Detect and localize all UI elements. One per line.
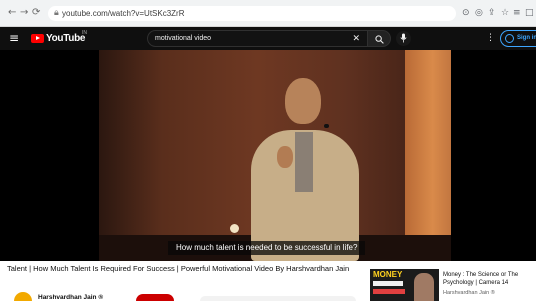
voice-search-button[interactable] bbox=[396, 31, 411, 46]
subscribe-button[interactable] bbox=[136, 294, 174, 301]
microphone-icon bbox=[400, 33, 407, 43]
channel-name[interactable]: Harshvardhan Jain ® bbox=[38, 293, 103, 301]
bookmark-star-icon[interactable]: ☆ bbox=[501, 7, 509, 19]
recommended-video-channel[interactable]: Harshvardhan Jain ® bbox=[443, 290, 495, 297]
video-frame bbox=[99, 50, 451, 261]
google-lens-icon[interactable]: ⊙ bbox=[462, 7, 470, 19]
back-arrow-icon[interactable]: ← bbox=[8, 7, 16, 19]
browser-toolbar: ← → ⟳ 🔒︎ youtube.com/watch?v=UtSKc3ZrR ⊙… bbox=[0, 0, 536, 27]
address-bar[interactable]: 🔒︎ youtube.com/watch?v=UtSKc3ZrR bbox=[48, 6, 456, 21]
page: ← → ⟳ 🔒︎ youtube.com/watch?v=UtSKc3ZrR ⊙… bbox=[0, 0, 536, 301]
reload-icon[interactable]: ⟳ bbox=[32, 7, 40, 19]
share-icon[interactable]: ⇪ bbox=[488, 7, 496, 19]
forward-arrow-icon[interactable]: → bbox=[20, 7, 28, 19]
youtube-header: ≡ YouTube IN motivational video ✕ ⋮ Sign… bbox=[0, 27, 536, 50]
address-bar-url: youtube.com/watch?v=UtSKc3ZrR bbox=[62, 9, 185, 18]
hamburger-menu-icon[interactable]: ≡ bbox=[9, 31, 19, 45]
clear-search-icon[interactable]: ✕ bbox=[352, 32, 360, 45]
recommended-video-title[interactable]: Money : The Science or The Psychology | … bbox=[443, 271, 535, 287]
video-player[interactable]: How much talent is needed to be successf… bbox=[0, 50, 536, 261]
channel-avatar[interactable] bbox=[14, 292, 32, 301]
youtube-logo-icon[interactable] bbox=[31, 34, 44, 43]
sign-in-label: Sign in bbox=[517, 35, 536, 41]
search-button[interactable] bbox=[367, 30, 391, 47]
video-actions-bar[interactable] bbox=[200, 296, 356, 301]
video-title: Talent | How Much Talent Is Required For… bbox=[7, 264, 350, 273]
reading-list-icon[interactable]: ≡ bbox=[513, 7, 521, 19]
search-input[interactable]: motivational video ✕ bbox=[147, 30, 367, 47]
search-query[interactable]: motivational video bbox=[155, 34, 211, 44]
extension-icon[interactable]: ◎ bbox=[475, 7, 483, 19]
video-caption: How much talent is needed to be successf… bbox=[168, 241, 366, 255]
more-options-icon[interactable]: ⋮ bbox=[486, 32, 495, 44]
thumbnail-label: MONEY bbox=[373, 270, 403, 279]
sign-in-button[interactable]: Sign in bbox=[500, 30, 536, 47]
recommended-video-thumbnail[interactable]: MONEY bbox=[370, 269, 439, 301]
country-code: IN bbox=[82, 30, 87, 36]
search-icon bbox=[375, 35, 384, 44]
account-circle-icon bbox=[505, 34, 514, 43]
youtube-logo-text[interactable]: YouTube bbox=[46, 32, 86, 45]
window-icon[interactable]: □ bbox=[525, 7, 534, 19]
lock-icon: 🔒︎ bbox=[54, 8, 59, 18]
